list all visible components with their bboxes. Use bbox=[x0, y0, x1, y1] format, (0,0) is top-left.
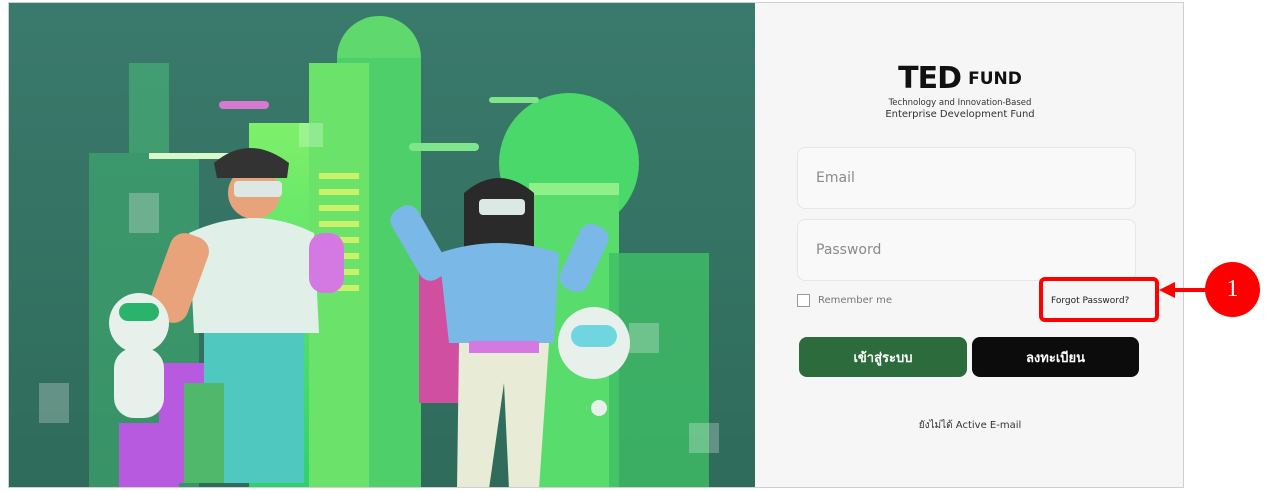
logo-fund: FUND bbox=[968, 68, 1022, 89]
login-window: TED FUND Technology and Innovation-Based… bbox=[8, 2, 1184, 488]
annotation-arrow-icon bbox=[1159, 282, 1175, 298]
annotation-number-badge: 1 bbox=[1205, 262, 1260, 317]
remember-me[interactable]: Remember me bbox=[797, 294, 892, 307]
logo-subtitle-line2: Enterprise Development Fund bbox=[885, 109, 1035, 120]
hero-illustration bbox=[9, 3, 755, 487]
password-input[interactable] bbox=[798, 220, 1135, 280]
annotation-highlight-box bbox=[1039, 277, 1159, 322]
login-button[interactable]: เข้าสู่ระบบ bbox=[799, 337, 967, 377]
register-button[interactable]: ลงทะเบียน bbox=[972, 337, 1139, 377]
logo-subtitle-line1: Technology and Innovation-Based bbox=[888, 98, 1032, 108]
remember-me-checkbox[interactable] bbox=[797, 294, 810, 307]
email-input[interactable] bbox=[798, 148, 1135, 208]
logo-mark: TED bbox=[898, 61, 962, 96]
active-email-link[interactable]: ยังไม่ได้ Active E-mail bbox=[755, 418, 1183, 433]
ted-fund-logo: TED FUND Technology and Innovation-Based… bbox=[875, 61, 1045, 121]
remember-me-label: Remember me bbox=[818, 295, 892, 306]
login-panel: TED FUND Technology and Innovation-Based… bbox=[755, 3, 1183, 487]
email-field-container bbox=[797, 147, 1136, 209]
password-field-container bbox=[797, 219, 1136, 281]
vr-city-illustration bbox=[9, 3, 755, 487]
